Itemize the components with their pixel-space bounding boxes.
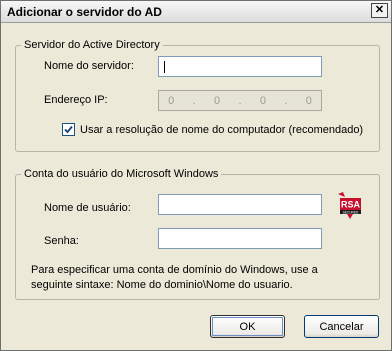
username-input[interactable] <box>158 194 322 215</box>
domain-syntax-help: Para especificar uma conta de domínio do… <box>31 264 318 291</box>
ip-octet-4: 0 <box>305 94 312 107</box>
close-icon: ✕ <box>374 4 385 16</box>
ip-octet-1: 0 <box>168 94 175 107</box>
dialog-title: Adicionar o servidor do AD <box>7 5 162 19</box>
checkmark-icon <box>64 125 73 134</box>
ip-address-label: Endereço IP: <box>44 94 108 106</box>
server-name-input[interactable] <box>158 56 322 77</box>
title-bar[interactable]: Adicionar o servidor do AD ✕ <box>1 1 391 23</box>
ok-button[interactable]: OK <box>210 315 285 338</box>
ip-octet-3: 0 <box>259 94 266 107</box>
name-resolution-checkbox[interactable] <box>62 123 75 136</box>
ip-dot: . <box>238 94 242 107</box>
rsa-logo-text: RSA <box>341 200 361 210</box>
name-resolution-label[interactable]: Usar a resolução de nome do computador (… <box>80 124 363 136</box>
ip-dot: . <box>284 94 288 107</box>
rsa-secured-icon: RSA SECURED <box>338 192 361 219</box>
cancel-button[interactable]: Cancelar <box>304 315 379 338</box>
rsa-logo-subtext: SECURED <box>343 210 359 214</box>
server-name-label: Nome do servidor: <box>44 60 134 72</box>
text-caret <box>164 61 165 73</box>
password-input[interactable] <box>158 228 322 249</box>
ip-address-input: 0 . 0 . 0 . 0 <box>158 90 322 111</box>
username-label: Nome de usuário: <box>44 202 131 214</box>
ad-server-group-legend: Servidor do Active Directory <box>24 39 160 51</box>
password-label: Senha: <box>44 235 79 247</box>
ip-octet-2: 0 <box>214 94 221 107</box>
close-button[interactable]: ✕ <box>371 3 388 18</box>
windows-account-group-legend: Conta do usuário do Microsoft Windows <box>24 168 219 180</box>
ip-dot: . <box>192 94 196 107</box>
dialog-window: Adicionar o servidor do AD ✕ Servidor do… <box>0 0 392 351</box>
